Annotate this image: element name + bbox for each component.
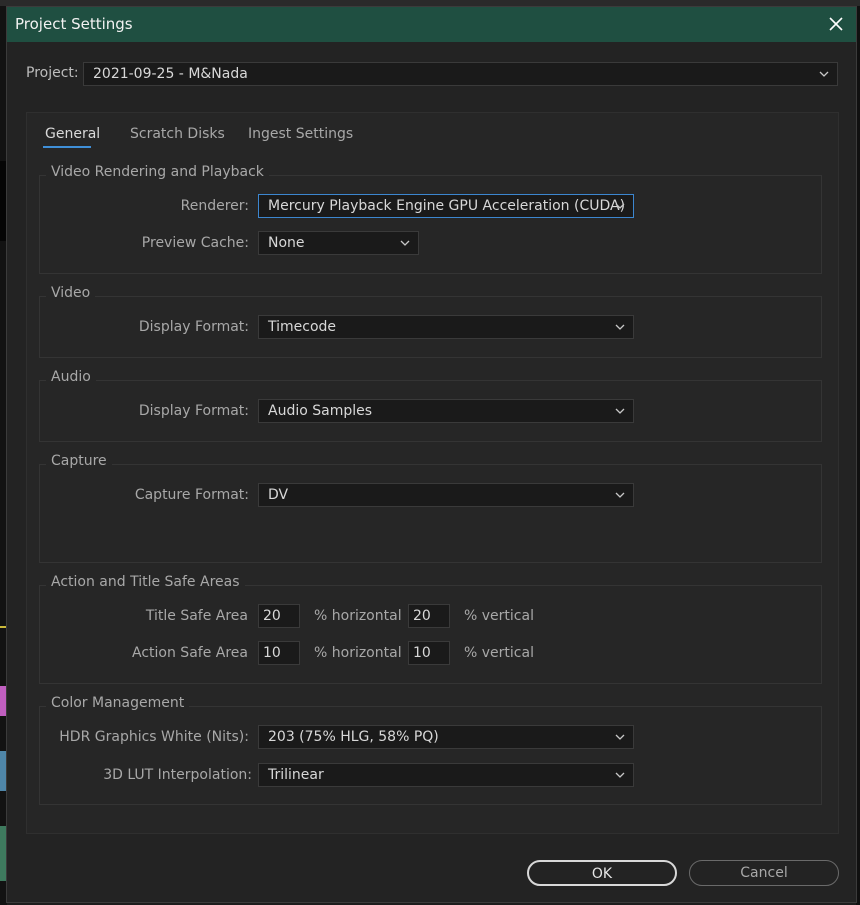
chevron-down-icon [615, 203, 625, 209]
title-safe-horizontal-unit: % horizontal [314, 608, 402, 624]
lut-interpolation-value: Trilinear [268, 767, 324, 783]
group-title-color-management: Color Management [46, 695, 190, 711]
settings-panel: General Scratch Disks Ingest Settings Vi… [26, 112, 839, 834]
audio-display-format-value: Audio Samples [268, 403, 373, 419]
group-color-management: Color Management HDR Graphics White (Nit… [39, 695, 822, 805]
title-safe-vertical-input[interactable] [408, 604, 450, 628]
tab-scratch-disks[interactable]: Scratch Disks [130, 126, 225, 142]
lut-interpolation-dropdown[interactable]: Trilinear [258, 763, 634, 787]
video-display-format-value: Timecode [268, 319, 337, 335]
title-safe-vertical-unit: % vertical [464, 608, 534, 624]
group-audio: Audio Display Format: Audio Samples [39, 369, 822, 442]
dialog-title: Project Settings [15, 15, 133, 33]
group-title-capture: Capture [46, 453, 112, 469]
renderer-label: Renderer: [180, 198, 249, 214]
close-button[interactable] [826, 14, 846, 34]
project-label: Project: [26, 65, 79, 81]
group-title-video-rendering: Video Rendering and Playback [46, 164, 269, 180]
video-display-format-label: Display Format: [138, 319, 249, 335]
chevron-down-icon [615, 492, 625, 498]
tab-general[interactable]: General [45, 126, 100, 142]
group-video-rendering: Video Rendering and Playback Renderer: M… [39, 164, 822, 274]
capture-format-value: DV [268, 487, 289, 503]
project-value: 2021-09-25 - M&Nada [93, 66, 248, 82]
action-safe-vertical-input[interactable] [408, 641, 450, 665]
chevron-down-icon [400, 240, 410, 246]
renderer-value: Mercury Playback Engine GPU Acceleration… [268, 198, 626, 214]
action-safe-vertical-unit: % vertical [464, 645, 534, 661]
project-settings-dialog: Project Settings Project: 2021-09-25 - M… [6, 6, 857, 903]
chevron-down-icon [615, 408, 625, 414]
hdr-graphics-white-dropdown[interactable]: 203 (75% HLG, 58% PQ) [258, 725, 634, 749]
ok-button[interactable]: OK [527, 860, 677, 886]
preview-cache-label: Preview Cache: [141, 235, 249, 251]
audio-display-format-label: Display Format: [138, 403, 249, 419]
group-safe-areas: Action and Title Safe Areas Title Safe A… [39, 574, 822, 684]
title-safe-label: Title Safe Area [145, 608, 248, 624]
chevron-down-icon [615, 772, 625, 778]
title-bar[interactable]: Project Settings [7, 7, 856, 42]
capture-format-dropdown[interactable]: DV [258, 483, 634, 507]
hdr-graphics-white-value: 203 (75% HLG, 58% PQ) [268, 729, 439, 745]
chevron-down-icon [819, 71, 829, 77]
tab-ingest-settings[interactable]: Ingest Settings [248, 126, 353, 142]
audio-display-format-dropdown[interactable]: Audio Samples [258, 399, 634, 423]
group-capture: Capture Capture Format: DV [39, 453, 822, 563]
chevron-down-icon [615, 324, 625, 330]
group-video: Video Display Format: Timecode [39, 285, 822, 358]
active-tab-indicator [43, 146, 91, 148]
video-display-format-dropdown[interactable]: Timecode [258, 315, 634, 339]
title-safe-horizontal-input[interactable] [258, 604, 300, 628]
action-safe-horizontal-unit: % horizontal [314, 645, 402, 661]
group-title-safe-areas: Action and Title Safe Areas [46, 574, 245, 590]
preview-cache-value: None [268, 235, 305, 251]
action-safe-label: Action Safe Area [132, 645, 248, 661]
group-title-audio: Audio [46, 369, 96, 385]
action-safe-horizontal-input[interactable] [258, 641, 300, 665]
project-dropdown[interactable]: 2021-09-25 - M&Nada [83, 62, 838, 86]
close-icon [829, 17, 843, 31]
chevron-down-icon [615, 734, 625, 740]
cancel-button[interactable]: Cancel [689, 860, 839, 886]
preview-cache-dropdown[interactable]: None [258, 231, 419, 255]
lut-interpolation-label: 3D LUT Interpolation: [103, 767, 252, 783]
capture-format-label: Capture Format: [134, 487, 249, 503]
renderer-dropdown[interactable]: Mercury Playback Engine GPU Acceleration… [258, 194, 634, 218]
group-title-video: Video [46, 285, 96, 301]
hdr-graphics-white-label: HDR Graphics White (Nits): [59, 729, 249, 745]
